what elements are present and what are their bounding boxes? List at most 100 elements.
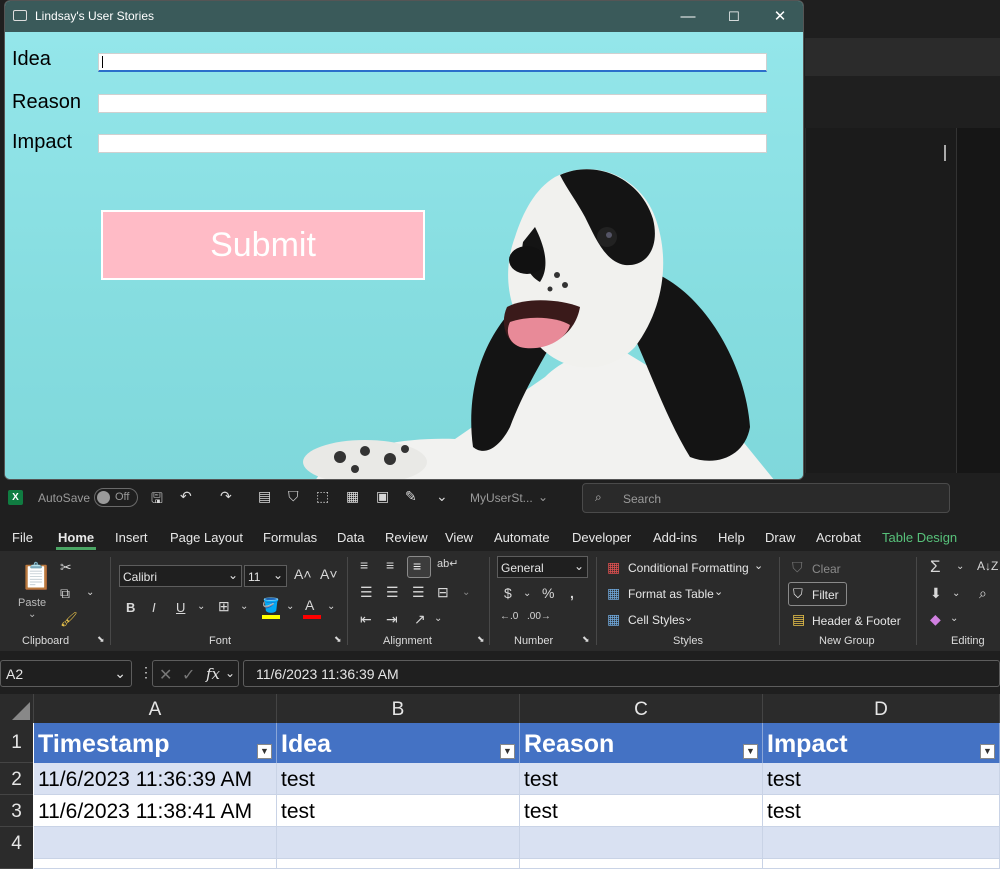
fill-chevron-icon[interactable]: ⌄ [952,588,960,599]
tab-add-ins[interactable]: Add-ins [653,530,697,545]
table-cell[interactable] [34,827,277,859]
tab-developer[interactable]: Developer [572,530,631,545]
close-button[interactable]: ✕ [757,1,803,32]
cell-styles-button[interactable]: Cell Styles [628,613,685,627]
search-box[interactable]: ⌕ Search [582,483,950,513]
decrease-indent-icon[interactable]: ⇤ [360,611,372,628]
bottom-align-button[interactable]: ≡ [407,556,431,578]
copy-icon[interactable]: ⧉ [60,585,70,602]
row-header-3[interactable]: 3 [0,795,33,827]
format-as-table-chevron-icon[interactable]: ⌄ [714,585,723,598]
font-name-select[interactable]: Calibri ⌄ [119,565,242,587]
filter-dropdown-icon[interactable]: ▼ [743,744,758,759]
cell-styles-icon[interactable]: ▦ [607,611,620,628]
fill-color-chevron-icon[interactable]: ⌄ [286,601,294,612]
window-titlebar[interactable]: Lindsay's User Stories — ☐ ✕ [5,1,803,32]
table-header-cell[interactable]: Idea ▼ [277,723,520,763]
top-align-icon[interactable]: ≡ [360,557,368,573]
tab-view[interactable]: View [445,530,473,545]
table-cell[interactable] [277,859,520,869]
tab-table-design[interactable]: Table Design [882,530,957,545]
column-header-d[interactable]: D [763,694,1000,723]
filter-dropdown-icon[interactable]: ▼ [500,744,515,759]
orientation-icon[interactable]: ↗ [414,611,426,628]
table-header-cell[interactable]: Impact ▼ [763,723,1000,763]
undo-icon[interactable]: ↶ [180,488,192,505]
column-header-b[interactable]: B [277,694,520,723]
table-cell[interactable]: test [520,763,763,795]
redo-icon[interactable]: ↷ [220,488,232,505]
file-name-chevron-icon[interactable]: ⌄ [538,490,548,504]
currency-chevron-icon[interactable]: ⌄ [523,588,531,599]
find-select-icon[interactable]: ⌕ [979,585,987,602]
row-header-4[interactable]: 4 [0,827,33,869]
conditional-formatting-chevron-icon[interactable]: ⌄ [754,559,763,572]
name-box[interactable]: A2 ⌄ [0,660,132,687]
filter-button[interactable]: ⛉ Filter [788,582,847,606]
conditional-formatting-button[interactable]: Conditional Formatting [628,561,749,575]
paste-label[interactable]: Paste [18,597,46,609]
impact-input[interactable] [98,134,767,153]
idea-input[interactable] [98,53,767,72]
cell-styles-chevron-icon[interactable]: ⌄ [684,611,693,624]
function-chevron-icon[interactable]: ⌄ [225,666,235,680]
increase-indent-icon[interactable]: ⇥ [386,611,398,628]
middle-align-icon[interactable]: ≡ [386,557,394,573]
font-color-chevron-icon[interactable]: ⌄ [327,601,335,612]
underline-icon[interactable]: U [176,600,185,615]
column-header-a[interactable]: A [34,694,277,723]
italic-icon[interactable]: I [152,600,156,615]
table-qat-icon[interactable]: ▣ [376,488,389,505]
number-launcher-icon[interactable]: ⬊ [582,634,590,645]
format-painter-icon[interactable]: 🖌 [60,611,78,628]
table-cell[interactable] [520,859,763,869]
select-icon[interactable]: ⬚ [316,488,329,505]
tab-file[interactable]: File [12,530,33,545]
table-cell[interactable]: test [277,763,520,795]
font-launcher-icon[interactable]: ⬊ [334,634,342,645]
format-as-table-button[interactable]: Format as Table [628,587,714,601]
table-cell[interactable] [763,827,1000,859]
autosave-toggle[interactable]: Off [94,488,138,507]
tab-acrobat[interactable]: Acrobat [816,530,861,545]
font-color-icon[interactable]: A [305,597,314,613]
merge-center-icon[interactable]: ⊟ [437,584,449,601]
row-header-1[interactable]: 1 [0,723,33,763]
tab-automate[interactable]: Automate [494,530,550,545]
decrease-font-icon[interactable]: A˅ [320,566,338,582]
clipboard-launcher-icon[interactable]: ⬊ [97,634,105,645]
print-icon[interactable]: ▤ [258,488,271,505]
clear-filter-icon[interactable]: ⛉ [792,559,803,576]
clear-chevron-icon[interactable]: ⌄ [950,613,958,624]
increase-decimal-icon[interactable]: ←.0 [500,611,518,622]
table-cell[interactable] [520,827,763,859]
currency-icon[interactable]: $ [504,585,512,601]
formula-bar-options-icon[interactable]: ⋮ [139,664,153,681]
tab-help[interactable]: Help [718,530,745,545]
table-cell[interactable] [34,859,277,869]
fill-color-icon[interactable]: 🪣 [262,597,279,614]
tab-home[interactable]: Home [58,530,94,545]
orientation-chevron-icon[interactable]: ⌄ [434,613,442,624]
increase-font-icon[interactable]: A˄ [294,566,312,582]
table-cell[interactable]: test [520,795,763,827]
tab-data[interactable]: Data [337,530,364,545]
select-all-corner[interactable] [0,694,34,723]
merge-chevron-icon[interactable]: ⌄ [462,587,470,598]
table-header-cell[interactable]: Timestamp ▼ [34,723,277,763]
autosum-icon[interactable]: Σ [930,557,941,577]
table-cell[interactable] [277,827,520,859]
table-header-cell[interactable]: Reason ▼ [520,723,763,763]
paste-chevron-icon[interactable]: ⌄ [28,609,36,620]
table-cell[interactable]: test [763,763,1000,795]
header-footer-button[interactable]: Header & Footer [812,614,901,628]
table-cell[interactable]: 11/6/2023 11:38:41 AM [34,795,277,827]
clear-eraser-icon[interactable]: ◆ [930,611,941,628]
align-right-icon[interactable]: ☰ [412,584,425,601]
tab-insert[interactable]: Insert [115,530,148,545]
table-cell[interactable] [763,859,1000,869]
conditional-formatting-icon[interactable]: ▦ [607,559,620,576]
table-cell[interactable]: test [763,795,1000,827]
sort-filter-icon[interactable]: A↓Z [977,559,998,573]
filter-dropdown-icon[interactable]: ▼ [257,744,272,759]
